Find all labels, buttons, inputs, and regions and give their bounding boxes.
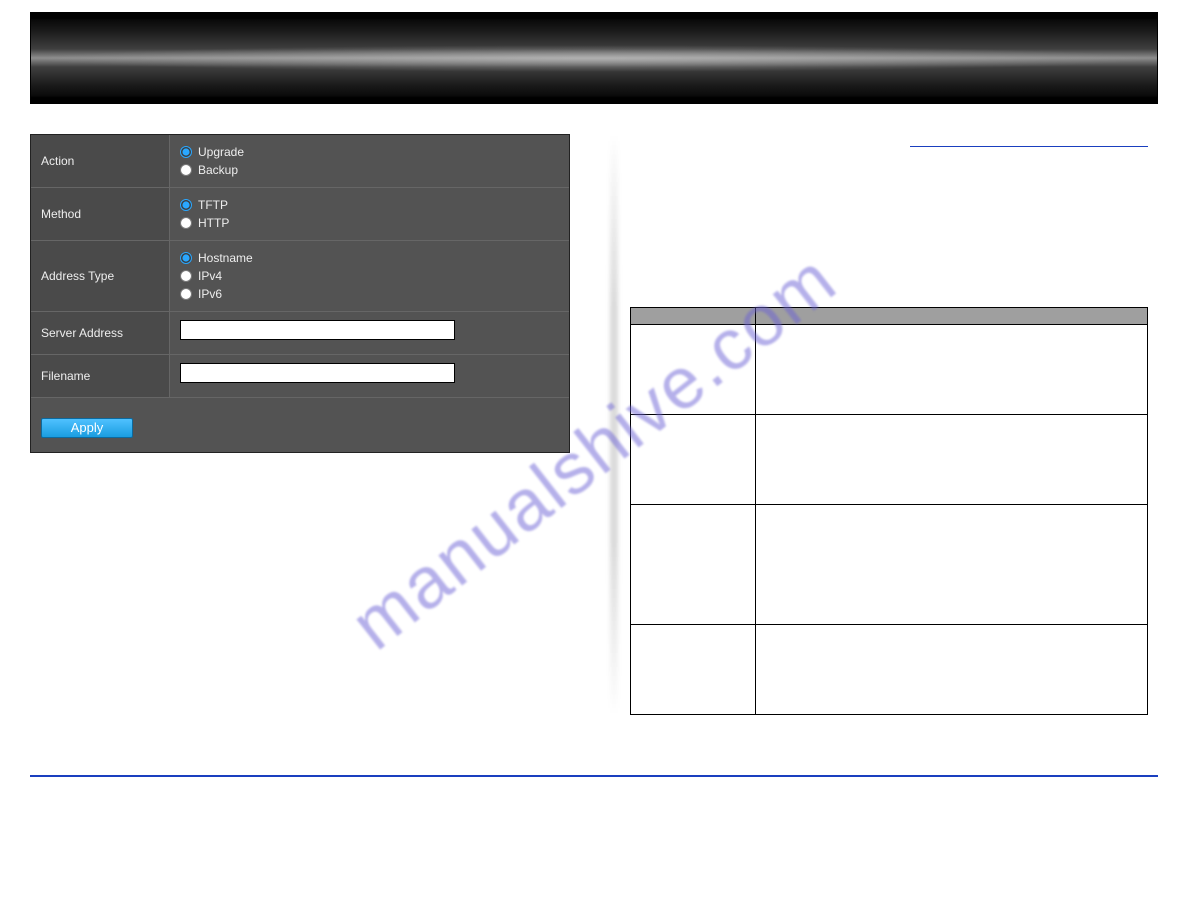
table-row <box>631 505 1148 625</box>
description-table <box>630 307 1148 715</box>
radio-action-backup-label: Backup <box>198 161 238 179</box>
radio-addrtype-hostname[interactable]: Hostname <box>180 249 559 267</box>
label-method: Method <box>31 188 169 240</box>
radio-action-upgrade[interactable]: Upgrade <box>180 143 559 161</box>
table-cell-desc <box>756 625 1148 715</box>
radio-method-tftp[interactable]: TFTP <box>180 196 559 214</box>
apply-row: Apply <box>31 398 569 452</box>
header-link[interactable] <box>910 140 1148 147</box>
server-address-input[interactable] <box>180 320 455 340</box>
radio-addrtype-ipv4[interactable]: IPv4 <box>180 267 559 285</box>
row-method: Method TFTP HTTP <box>31 188 569 241</box>
label-action: Action <box>31 135 169 187</box>
table-row <box>631 625 1148 715</box>
table-cell-field <box>631 325 756 415</box>
row-filename: Filename <box>31 355 569 398</box>
radio-addrtype-hostname-input[interactable] <box>180 252 192 264</box>
radio-addrtype-hostname-label: Hostname <box>198 249 253 267</box>
radio-method-tftp-label: TFTP <box>198 196 228 214</box>
table-cell-desc <box>756 415 1148 505</box>
table-row <box>631 415 1148 505</box>
table-cell-field <box>631 625 756 715</box>
radio-method-tftp-input[interactable] <box>180 199 192 211</box>
radio-method-http-input[interactable] <box>180 217 192 229</box>
table-header-field <box>631 308 756 325</box>
table-header-desc <box>756 308 1148 325</box>
radio-addrtype-ipv6[interactable]: IPv6 <box>180 285 559 303</box>
table-row <box>631 325 1148 415</box>
row-server-address: Server Address <box>31 312 569 355</box>
radio-method-http-label: HTTP <box>198 214 229 232</box>
label-address-type: Address Type <box>31 241 169 311</box>
config-panel: Action Upgrade Backup Method <box>30 134 570 453</box>
radio-addrtype-ipv6-input[interactable] <box>180 288 192 300</box>
column-divider <box>610 134 618 715</box>
footer-rule <box>30 775 1158 777</box>
radio-action-upgrade-label: Upgrade <box>198 143 244 161</box>
table-cell-field <box>631 505 756 625</box>
label-server-address: Server Address <box>31 312 169 354</box>
table-cell-desc <box>756 325 1148 415</box>
radio-action-upgrade-input[interactable] <box>180 146 192 158</box>
radio-action-backup-input[interactable] <box>180 164 192 176</box>
radio-method-http[interactable]: HTTP <box>180 214 559 232</box>
radio-addrtype-ipv6-label: IPv6 <box>198 285 222 303</box>
apply-button[interactable]: Apply <box>41 418 133 438</box>
row-address-type: Address Type Hostname IPv4 IPv6 <box>31 241 569 312</box>
radio-addrtype-ipv4-label: IPv4 <box>198 267 222 285</box>
page-banner <box>30 12 1158 104</box>
table-cell-desc <box>756 505 1148 625</box>
radio-action-backup[interactable]: Backup <box>180 161 559 179</box>
radio-addrtype-ipv4-input[interactable] <box>180 270 192 282</box>
filename-input[interactable] <box>180 363 455 383</box>
label-filename: Filename <box>31 355 169 397</box>
table-cell-field <box>631 415 756 505</box>
row-action: Action Upgrade Backup <box>31 135 569 188</box>
